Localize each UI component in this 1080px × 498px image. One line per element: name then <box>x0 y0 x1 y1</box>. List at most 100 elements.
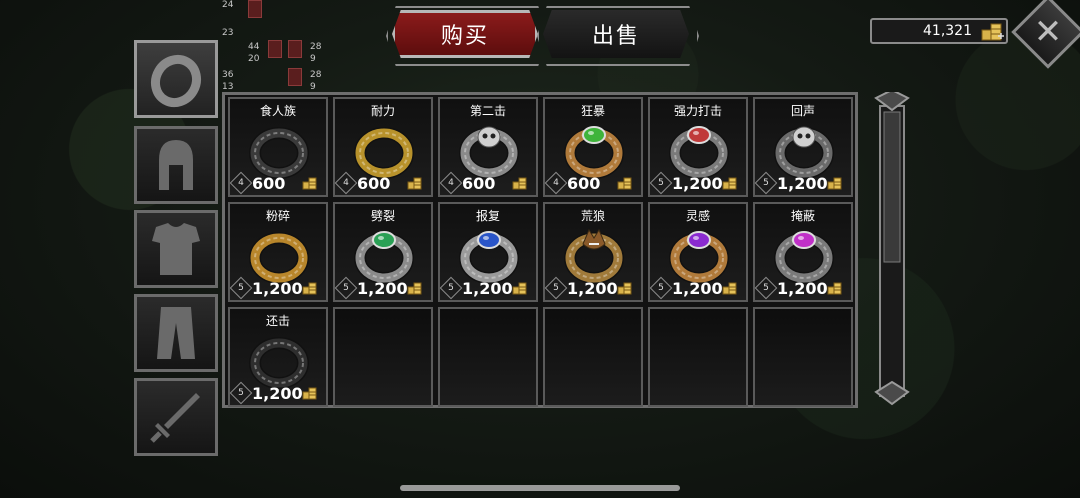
shop-item-slot[interactable]: 食人族 4 600 <box>228 97 328 197</box>
item-level: 4 <box>238 178 244 188</box>
item-price: 1,200 <box>672 279 723 298</box>
ring-icon <box>774 231 834 284</box>
empty-slot <box>333 307 433 407</box>
stat-value: 44 <box>248 42 260 52</box>
shop-item-slot[interactable]: 耐力 4 600 <box>333 97 433 197</box>
empty-slot <box>543 307 643 407</box>
ring-icon <box>459 126 519 179</box>
close-button[interactable]: ✕ <box>1022 6 1074 58</box>
empty-slot <box>648 307 748 407</box>
category-armor[interactable] <box>134 210 218 288</box>
shop-item-slot[interactable]: 回声 5 1,200 <box>753 97 853 197</box>
shop-item-slot[interactable]: 劈裂 5 1,200 <box>333 202 433 302</box>
gold-coins-icon <box>722 282 737 295</box>
gold-coins-icon <box>617 177 632 190</box>
hero-portrait <box>268 40 282 58</box>
item-level: 4 <box>343 178 349 188</box>
gold-coins-icon <box>981 23 1004 41</box>
category-sword[interactable] <box>134 378 218 456</box>
item-price: 1,200 <box>777 279 828 298</box>
item-level: 5 <box>553 283 559 293</box>
armor-icon <box>152 223 200 275</box>
item-level: 5 <box>238 388 244 398</box>
ring-icon <box>669 231 729 284</box>
gold-coins-icon <box>827 282 842 295</box>
ring-icon <box>459 231 519 284</box>
helmet-icon <box>159 140 193 190</box>
tab-sell[interactable]: 出售 <box>543 10 689 58</box>
shop-item-slot[interactable]: 第二击 4 600 <box>438 97 538 197</box>
gold-amount: 41,321 <box>923 23 972 39</box>
empty-slot <box>753 307 853 407</box>
item-level: 5 <box>448 283 454 293</box>
ring-icon <box>150 54 202 108</box>
gold-coins-icon <box>722 177 737 190</box>
gold-coins-icon <box>407 177 422 190</box>
shop-item-slot[interactable]: 掩蔽 5 1,200 <box>753 202 853 302</box>
shop-item-slot[interactable]: 灵感 5 1,200 <box>648 202 748 302</box>
category-helmet[interactable] <box>134 126 218 204</box>
ring-icon <box>774 126 834 179</box>
item-price: 1,200 <box>252 384 303 403</box>
item-level: 5 <box>658 283 664 293</box>
home-indicator[interactable] <box>400 485 680 491</box>
item-level: 5 <box>763 178 769 188</box>
hero-portrait <box>248 0 262 18</box>
ring-icon <box>249 127 309 179</box>
stat-value: 23 <box>222 28 234 38</box>
hero-portrait <box>288 68 302 86</box>
shop-item-slot[interactable]: 报复 5 1,200 <box>438 202 538 302</box>
stat-value: 28 <box>310 42 322 52</box>
ring-icon <box>669 126 729 179</box>
close-icon: ✕ <box>1033 12 1063 52</box>
gold-coins-icon <box>302 177 317 190</box>
item-level: 5 <box>238 283 244 293</box>
ring-icon <box>564 228 624 284</box>
shop-item-slot[interactable]: 狂暴 4 600 <box>543 97 643 197</box>
gold-coins-icon <box>617 282 632 295</box>
ring-icon <box>354 231 414 284</box>
item-price: 1,200 <box>672 174 723 193</box>
ring-icon <box>564 126 624 179</box>
empty-slot <box>438 307 538 407</box>
ring-icon <box>249 232 309 284</box>
item-price: 1,200 <box>777 174 828 193</box>
gold-coins-icon <box>512 177 527 190</box>
stat-value: 13 <box>222 82 234 92</box>
hero-portrait <box>288 40 302 58</box>
stat-value: 28 <box>310 70 322 80</box>
item-price: 1,200 <box>357 279 408 298</box>
pants-icon <box>157 307 195 359</box>
item-price: 600 <box>357 174 391 193</box>
category-ring[interactable] <box>134 40 218 118</box>
scrollbar[interactable] <box>872 92 912 408</box>
shop-item-grid: 食人族 4 600 耐力 4 600 第二击 4 600 狂暴 4 600 强力打击 5 1,200 回声 5 1… <box>222 92 858 408</box>
gold-coins-icon <box>302 387 317 400</box>
item-level: 4 <box>553 178 559 188</box>
item-price: 600 <box>567 174 601 193</box>
gold-coins-icon <box>302 282 317 295</box>
stat-value: 24 <box>222 0 234 10</box>
category-pants[interactable] <box>134 294 218 372</box>
stat-value: 20 <box>248 54 260 64</box>
item-level: 5 <box>658 178 664 188</box>
gold-coins-icon <box>827 177 842 190</box>
item-level: 5 <box>343 283 349 293</box>
tab-buy[interactable]: 购买 <box>392 10 538 58</box>
shop-item-slot[interactable]: 强力打击 5 1,200 <box>648 97 748 197</box>
gold-coins-icon <box>512 282 527 295</box>
ring-icon <box>249 337 309 389</box>
party-stats: 24 23 44 28 20 9 36 28 13 9 <box>222 0 332 92</box>
item-price: 600 <box>252 174 286 193</box>
stat-value: 9 <box>310 54 316 64</box>
shop-item-slot[interactable]: 荒狼 5 1,200 <box>543 202 643 302</box>
stat-value: 36 <box>222 70 234 80</box>
item-price: 600 <box>462 174 496 193</box>
shop-item-slot[interactable]: 还击 5 1,200 <box>228 307 328 407</box>
gold-coins-icon <box>407 282 422 295</box>
item-level: 4 <box>448 178 454 188</box>
item-price: 1,200 <box>252 279 303 298</box>
shop-item-slot[interactable]: 粉碎 5 1,200 <box>228 202 328 302</box>
stat-value: 9 <box>310 82 316 92</box>
sword-icon <box>150 393 200 443</box>
